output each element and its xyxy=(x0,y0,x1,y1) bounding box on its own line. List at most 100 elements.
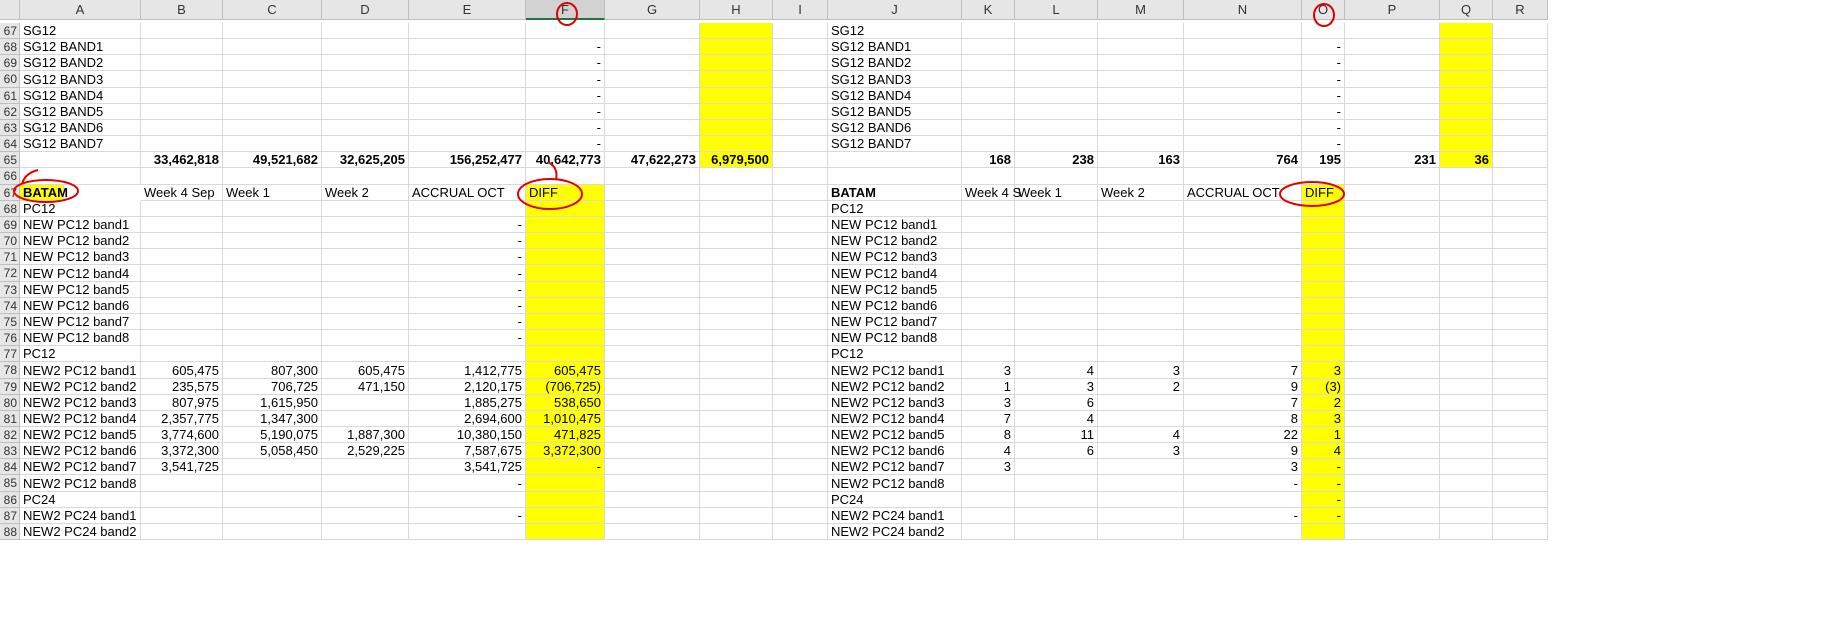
left-cell-b[interactable]: 3,372,300 xyxy=(141,443,223,459)
column-header-p[interactable]: P xyxy=(1345,0,1440,20)
left-cell-c[interactable] xyxy=(223,136,322,152)
cell-i[interactable] xyxy=(773,152,828,168)
left-cell-g[interactable] xyxy=(605,104,700,120)
right-cell-p[interactable] xyxy=(1345,492,1440,508)
left-cell-f[interactable] xyxy=(526,508,605,524)
row-header[interactable]: 76 xyxy=(0,330,20,346)
left-cell-f[interactable] xyxy=(526,201,605,217)
right-cell-p[interactable] xyxy=(1345,524,1440,540)
right-cell-p[interactable] xyxy=(1345,379,1440,395)
left-cell-d[interactable] xyxy=(322,39,409,55)
right-cell-l[interactable] xyxy=(1015,249,1098,265)
right-cell-j[interactable]: NEW2 PC12 band4 xyxy=(828,411,962,427)
spreadsheet-grid[interactable]: ABCDEFGHIJKLMNOPQR 67 68 69 60 61 62 63 64 65 66 6… xyxy=(0,0,1848,627)
left-cell-b[interactable]: 235,575 xyxy=(141,379,223,395)
right-cell-m[interactable] xyxy=(1098,120,1184,136)
left-cell-f[interactable] xyxy=(526,314,605,330)
left-cell-h[interactable] xyxy=(700,39,773,55)
right-cell-m[interactable] xyxy=(1098,459,1184,475)
left-cell-e[interactable] xyxy=(409,346,526,362)
right-cell-m[interactable] xyxy=(1098,201,1184,217)
left-cell-d[interactable]: 471,150 xyxy=(322,379,409,395)
right-cell-n[interactable]: 8 xyxy=(1184,411,1302,427)
left-cell-h[interactable] xyxy=(700,346,773,362)
cell-i[interactable] xyxy=(773,39,828,55)
left-cell-e[interactable] xyxy=(409,39,526,55)
right-cell-n[interactable] xyxy=(1184,71,1302,88)
left-cell-c[interactable] xyxy=(223,475,322,492)
left-cell-b[interactable] xyxy=(141,249,223,265)
left-cell-d[interactable]: 32,625,205 xyxy=(322,152,409,168)
right-cell-j[interactable]: NEW PC12 band7 xyxy=(828,314,962,330)
left-cell-a[interactable]: SG12 BAND7 xyxy=(20,136,141,152)
right-cell-q[interactable] xyxy=(1440,346,1493,362)
left-cell-d[interactable]: Week 2 xyxy=(322,185,409,201)
left-cell-e[interactable]: 2,694,600 xyxy=(409,411,526,427)
left-cell-c[interactable] xyxy=(223,330,322,346)
right-cell-k[interactable] xyxy=(962,71,1015,88)
left-cell-c[interactable]: 1,347,300 xyxy=(223,411,322,427)
left-cell-e[interactable]: 7,587,675 xyxy=(409,443,526,459)
row-header[interactable]: 68 xyxy=(0,39,20,55)
right-cell-n[interactable] xyxy=(1184,265,1302,282)
right-cell-l[interactable]: 238 xyxy=(1015,152,1098,168)
right-cell-q[interactable] xyxy=(1440,217,1493,233)
left-cell-c[interactable] xyxy=(223,492,322,508)
right-cell-l[interactable] xyxy=(1015,314,1098,330)
left-cell-e[interactable] xyxy=(409,524,526,540)
right-cell-n[interactable] xyxy=(1184,55,1302,71)
cell-i[interactable] xyxy=(773,104,828,120)
column-header-n[interactable]: N xyxy=(1184,0,1302,20)
left-cell-d[interactable] xyxy=(322,508,409,524)
left-cell-c[interactable] xyxy=(223,524,322,540)
right-cell-o[interactable]: 2 xyxy=(1302,395,1345,411)
right-cell-o[interactable]: - xyxy=(1302,39,1345,55)
left-cell-b[interactable] xyxy=(141,217,223,233)
right-cell-k[interactable] xyxy=(962,55,1015,71)
right-cell-j[interactable]: NEW PC12 band4 xyxy=(828,265,962,282)
left-cell-f[interactable] xyxy=(526,298,605,314)
cell-r[interactable] xyxy=(1493,249,1548,265)
right-cell-p[interactable] xyxy=(1345,23,1440,39)
right-cell-k[interactable] xyxy=(962,201,1015,217)
cell-i[interactable] xyxy=(773,508,828,524)
right-cell-l[interactable] xyxy=(1015,330,1098,346)
cell-r[interactable] xyxy=(1493,104,1548,120)
left-cell-g[interactable] xyxy=(605,362,700,379)
right-cell-m[interactable] xyxy=(1098,346,1184,362)
right-cell-j[interactable]: NEW2 PC12 band6 xyxy=(828,443,962,459)
right-cell-p[interactable] xyxy=(1345,39,1440,55)
row-header[interactable]: 75 xyxy=(0,314,20,330)
cell-i[interactable] xyxy=(773,459,828,475)
right-cell-o[interactable]: - xyxy=(1302,492,1345,508)
right-cell-p[interactable] xyxy=(1345,411,1440,427)
left-cell-f[interactable]: 471,825 xyxy=(526,427,605,443)
left-cell-b[interactable] xyxy=(141,120,223,136)
left-cell-f[interactable] xyxy=(526,168,605,185)
right-cell-j[interactable]: NEW PC12 band1 xyxy=(828,217,962,233)
right-cell-m[interactable] xyxy=(1098,395,1184,411)
column-header-k[interactable]: K xyxy=(962,0,1015,20)
right-cell-o[interactable] xyxy=(1302,23,1345,39)
left-cell-f[interactable]: - xyxy=(526,55,605,71)
left-cell-a[interactable]: NEW PC12 band4 xyxy=(20,265,141,282)
left-cell-c[interactable]: 5,058,450 xyxy=(223,443,322,459)
row-header[interactable]: 63 xyxy=(0,120,20,136)
right-cell-q[interactable] xyxy=(1440,136,1493,152)
right-cell-m[interactable]: 163 xyxy=(1098,152,1184,168)
left-cell-e[interactable]: - xyxy=(409,265,526,282)
right-cell-m[interactable]: 3 xyxy=(1098,443,1184,459)
right-cell-j[interactable]: SG12 BAND4 xyxy=(828,88,962,104)
right-cell-k[interactable] xyxy=(962,104,1015,120)
left-cell-c[interactable] xyxy=(223,104,322,120)
left-cell-e[interactable]: 3,541,725 xyxy=(409,459,526,475)
cell-r[interactable] xyxy=(1493,362,1548,379)
left-cell-f[interactable]: - xyxy=(526,136,605,152)
left-cell-f[interactable]: - xyxy=(526,71,605,88)
left-cell-a[interactable]: SG12 xyxy=(20,23,141,39)
left-cell-c[interactable] xyxy=(223,459,322,475)
right-cell-m[interactable] xyxy=(1098,39,1184,55)
right-cell-l[interactable] xyxy=(1015,120,1098,136)
right-cell-n[interactable] xyxy=(1184,39,1302,55)
left-cell-d[interactable] xyxy=(322,168,409,185)
